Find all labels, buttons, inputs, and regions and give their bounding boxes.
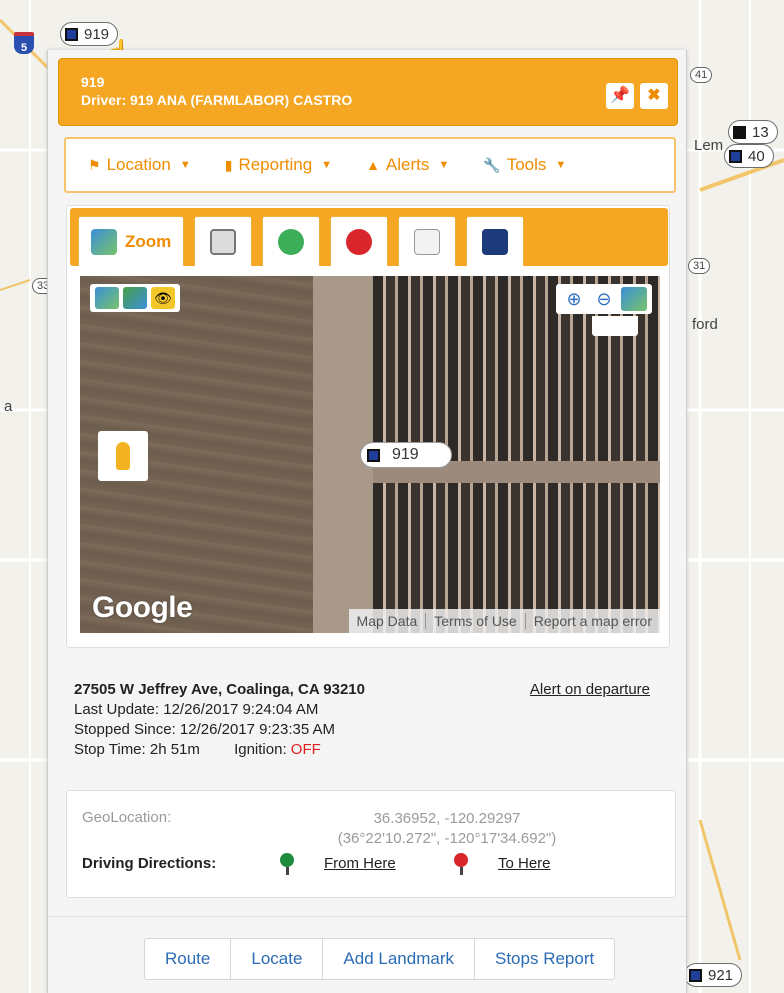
close-button[interactable]: ✖ xyxy=(640,83,668,109)
stops-report-button[interactable]: Stops Report xyxy=(474,939,614,979)
book-icon: ▮ xyxy=(224,156,233,173)
vehicle-info: 27505 W Jeffrey Ave, Coalinga, CA 93210 … xyxy=(74,680,674,760)
vehicle-marker-921[interactable]: 921 xyxy=(684,963,743,987)
red-pin-icon xyxy=(454,853,468,875)
menu-alerts[interactable]: ▲ Alerts ▼ xyxy=(366,155,449,175)
vehicle-icon xyxy=(367,448,380,462)
close-icon: ✖ xyxy=(647,87,661,104)
zoom-out-icon[interactable]: ⊖ xyxy=(591,287,617,311)
driving-directions-label: Driving Directions: xyxy=(82,855,217,872)
vehicle-icon xyxy=(689,968,702,982)
terms-of-use-link[interactable]: Terms of Use xyxy=(425,613,524,629)
from-here-link[interactable]: From Here xyxy=(324,855,396,872)
flag-icon: ⚑ xyxy=(88,156,101,173)
tab-label: Zoom xyxy=(125,231,172,251)
ignition-status: OFF xyxy=(290,741,321,758)
vehicle-marker-40[interactable]: 40 xyxy=(724,144,774,168)
locate-button[interactable]: Locate xyxy=(230,939,322,979)
popup-vehicle-id: 919 xyxy=(81,74,105,90)
tab-zoom[interactable]: Zoom xyxy=(78,216,185,266)
map-vehicle-marker[interactable]: 919 xyxy=(360,442,452,468)
divider xyxy=(48,916,686,917)
menu-label: Location xyxy=(106,155,171,174)
vehicle-icon xyxy=(729,149,742,163)
popup-menubar: ⚑ Location ▼ ▮ Reporting ▼ ▲ Alerts ▼ 🔧 … xyxy=(64,137,676,193)
report-map-error-link[interactable]: Report a map error xyxy=(524,613,660,629)
vehicle-marker-label: 921 xyxy=(708,966,734,984)
interstate-shield-icon: 5 xyxy=(14,32,34,54)
stop-time-row: Stop Time: 2h 51m Ignition: OFF xyxy=(74,740,674,760)
menu-label: Tools xyxy=(506,155,547,174)
history-icon xyxy=(210,228,237,255)
geolocation-label: GeoLocation: xyxy=(82,809,172,826)
stopped-since: Stopped Since: 12/26/2017 9:23:35 AM xyxy=(74,721,336,738)
geolocation-dms: (36°22'10.272", -120°17'34.692") xyxy=(337,830,557,847)
action-buttons: Route Locate Add Landmark Stops Report xyxy=(144,938,616,980)
zoom-in-icon[interactable]: ⊕ xyxy=(561,287,587,311)
popup-driver: Driver: 919 ANA (FARMLABOR) CASTRO xyxy=(81,92,353,108)
last-update: Last Update: 12/26/2017 9:24:04 AM xyxy=(74,701,319,718)
chart-icon xyxy=(414,228,441,255)
tab-bar: Zoom xyxy=(70,208,668,266)
town-label-lem: Lem xyxy=(694,137,724,154)
town-label-a: a xyxy=(4,398,13,415)
vehicle-marker-label: 40 xyxy=(748,147,765,165)
highway-label-31: 31 xyxy=(688,258,711,274)
satellite-map[interactable]: 👁 ⊕ ⊖ 919 Google Map Data Terms of Use R… xyxy=(80,276,660,633)
tab-panel: Zoom 👁 ⊕ ⊖ 919 Google Map Data Terms of … xyxy=(66,205,670,648)
street-view-pegman-icon[interactable] xyxy=(98,431,148,481)
geolocation-decimal: 36.36952, -120.29297 xyxy=(373,810,521,827)
vehicle-icon xyxy=(733,125,746,139)
tab-stops[interactable] xyxy=(330,216,389,266)
google-logo: Google xyxy=(92,591,193,624)
chevron-down-icon: ▼ xyxy=(321,159,333,171)
tab-history[interactable] xyxy=(194,216,253,266)
vehicle-icon xyxy=(65,27,78,41)
vehicle-marker-13[interactable]: 13 xyxy=(728,120,778,144)
map-attribution: Map Data Terms of Use Report a map error xyxy=(348,609,660,633)
zoom-buttons: ⊕ ⊖ xyxy=(556,284,652,314)
chevron-down-icon: ▼ xyxy=(438,159,450,171)
wrench-icon: 🔧 xyxy=(483,156,501,173)
town-label-ford: ford xyxy=(692,316,718,333)
popup-header: 919 Driver: 919 ANA (FARMLABOR) CASTRO 📌… xyxy=(58,58,678,126)
menu-label: Reporting xyxy=(238,155,313,174)
map-type-buttons: 👁 xyxy=(90,284,180,312)
fit-map-icon[interactable] xyxy=(621,287,647,311)
route-button[interactable]: Route xyxy=(145,939,230,979)
stop-icon xyxy=(346,228,373,255)
geolocation-value: 36.36952, -120.29297 (36°22'10.272", -12… xyxy=(302,809,592,849)
menu-label: Alerts xyxy=(385,155,430,174)
menu-location[interactable]: ⚑ Location ▼ xyxy=(88,155,191,175)
add-landmark-button[interactable]: Add Landmark xyxy=(322,939,474,979)
chevron-down-icon: ▼ xyxy=(555,159,567,171)
signal-icon xyxy=(482,228,509,255)
geolocation-box: GeoLocation: 36.36952, -120.29297 (36°22… xyxy=(66,790,676,898)
tab-refresh-location[interactable] xyxy=(262,216,321,266)
menu-reporting[interactable]: ▮ Reporting ▼ xyxy=(225,155,332,175)
map-data-link[interactable]: Map Data xyxy=(349,613,426,629)
highway-label-41: 41 xyxy=(690,67,713,83)
tab-signal[interactable] xyxy=(466,216,525,266)
warning-icon: ▲ xyxy=(366,157,380,173)
pin-icon: 📌 xyxy=(610,87,630,104)
pin-button[interactable]: 📌 xyxy=(606,83,634,109)
ignition-label: Ignition: xyxy=(234,741,287,758)
menu-tools[interactable]: 🔧 Tools ▼ xyxy=(483,155,566,175)
chevron-down-icon: ▼ xyxy=(179,159,191,171)
map-view-button[interactable] xyxy=(95,287,119,309)
stop-time: Stop Time: 2h 51m xyxy=(74,741,200,758)
to-here-link[interactable]: To Here xyxy=(498,855,551,872)
satellite-view-button[interactable] xyxy=(123,287,147,309)
alert-on-departure-link[interactable]: Alert on departure xyxy=(530,680,650,700)
green-pin-icon xyxy=(280,853,294,875)
tab-chart[interactable] xyxy=(398,216,457,266)
refresh-location-icon xyxy=(278,228,305,255)
eye-icon[interactable]: 👁 xyxy=(151,287,175,309)
vehicle-marker-label: 13 xyxy=(752,123,769,141)
map-vehicle-marker-label: 919 xyxy=(392,446,419,463)
zoom-map-icon xyxy=(91,228,117,255)
fullscreen-icon[interactable] xyxy=(592,316,638,336)
vehicle-popup: 919 Driver: 919 ANA (FARMLABOR) CASTRO 📌… xyxy=(47,50,687,993)
